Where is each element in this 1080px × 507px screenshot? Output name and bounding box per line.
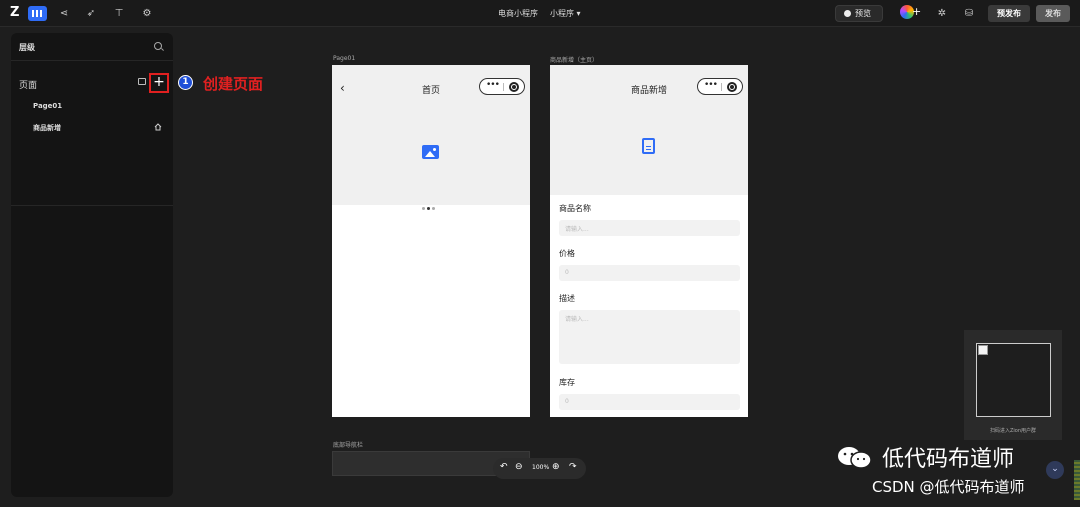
share-icon[interactable]: ⋖ <box>57 6 71 21</box>
qr-caption: 扫码进入Zion用户群 <box>989 428 1037 434</box>
bottom-nav-label[interactable]: 底部导航栏 <box>333 440 363 449</box>
split-icon[interactable]: ⊤ <box>112 6 126 21</box>
nav-header: ‹ 首页 ••• <box>332 65 530 107</box>
stock-input[interactable]: 0 <box>559 394 740 410</box>
description-textarea[interactable]: 请输入... <box>559 310 740 364</box>
watermark-credit: CSDN @低代码布道师 <box>872 478 1025 496</box>
image-icon <box>422 145 439 159</box>
divider <box>11 60 173 61</box>
layers-panel: 层级 页面 + Page01 商品新增 <box>11 33 173 497</box>
app-title[interactable]: 电商小程序 小程序 ▾ <box>498 8 581 19</box>
preview-button[interactable]: 预览 <box>835 5 883 22</box>
wechat-icon <box>838 447 872 469</box>
zoom-in-icon[interactable]: ⊕ <box>552 462 560 472</box>
zoom-level: 100% <box>532 464 550 471</box>
add-page-button[interactable]: + <box>149 73 169 93</box>
field-label-price: 价格 <box>559 249 575 258</box>
qr-code-image <box>976 343 1051 417</box>
rocket-icon[interactable]: ➶ <box>84 6 98 21</box>
prepublish-button[interactable]: 预发布 <box>988 5 1030 22</box>
divider <box>11 205 173 206</box>
field-label-description: 描述 <box>559 294 575 303</box>
field-label-stock: 库存 <box>559 378 575 387</box>
page-item-product-add[interactable]: 商品新增 <box>33 123 61 133</box>
zoom-controls: ↶ ⊖ 100% ⊕ ↷ <box>493 458 586 479</box>
search-icon[interactable] <box>154 42 162 50</box>
product-name-input[interactable]: 请输入... <box>559 220 740 236</box>
database-icon[interactable]: ⛁ <box>963 6 975 21</box>
panel-title: 层级 <box>19 43 35 52</box>
pages-section-label: 页面 <box>19 81 38 91</box>
bug-icon[interactable]: ✲ <box>936 6 948 21</box>
price-input[interactable]: 0 <box>559 265 740 281</box>
field-label-name: 商品名称 <box>559 204 591 213</box>
qr-code-panel: 扫码进入Zion用户群 <box>964 330 1062 440</box>
close-target-icon[interactable] <box>727 82 737 92</box>
watermark-title: 低代码布道师 <box>882 447 1015 472</box>
settings-icon[interactable]: ⚙ <box>140 6 154 21</box>
edge-strip <box>1074 460 1080 500</box>
phone-frame-page01[interactable]: ‹ 首页 ••• <box>332 65 530 417</box>
step-number-badge: 1 <box>178 75 193 90</box>
document-icon <box>642 138 655 154</box>
layers-tool-button[interactable] <box>28 6 47 21</box>
mini-program-capsule[interactable]: ••• <box>697 78 743 95</box>
broken-image-icon <box>978 345 988 355</box>
more-icon[interactable]: ••• <box>704 80 718 90</box>
app-logo[interactable]: Z <box>10 5 19 20</box>
mini-program-capsule[interactable]: ••• <box>479 78 525 95</box>
publish-button[interactable]: 发布 <box>1036 5 1070 22</box>
app-type-dropdown[interactable]: 小程序 ▾ <box>550 9 581 18</box>
page-item-page01[interactable]: Page01 <box>33 102 62 110</box>
app-name: 电商小程序 <box>498 9 538 18</box>
add-collaborator-icon[interactable]: + <box>912 5 921 18</box>
carousel-indicator <box>422 195 437 214</box>
zoom-out-icon[interactable]: ⊖ <box>515 462 523 472</box>
home-page-icon <box>154 123 162 131</box>
redo-icon[interactable]: ↷ <box>569 462 577 472</box>
nav-header: 商品新增 ••• <box>550 65 748 107</box>
image-carousel[interactable] <box>332 107 530 210</box>
phone-frame-product-add[interactable]: 商品新增 ••• 商品名称 请输入... 价格 0 描述 请输入... 库存 0 <box>550 65 748 417</box>
frame-label-page01[interactable]: Page01 <box>333 55 355 62</box>
chevron-down-icon[interactable]: ⌄ <box>1046 461 1064 479</box>
play-icon <box>844 10 851 17</box>
close-target-icon[interactable] <box>509 82 519 92</box>
undo-icon[interactable]: ↶ <box>500 462 508 472</box>
copy-page-icon[interactable] <box>138 78 146 85</box>
top-toolbar: Z ⋖ ➶ ⊤ ⚙ 电商小程序 小程序 ▾ 预览 + ✲ ⛁ 预发布 发布 <box>0 0 1080 27</box>
file-upload-area[interactable] <box>550 107 748 195</box>
frame-label-product-add[interactable]: 商品新增（主页） <box>550 55 598 64</box>
annotation-text: 创建页面 <box>203 75 264 93</box>
more-icon[interactable]: ••• <box>486 80 500 90</box>
